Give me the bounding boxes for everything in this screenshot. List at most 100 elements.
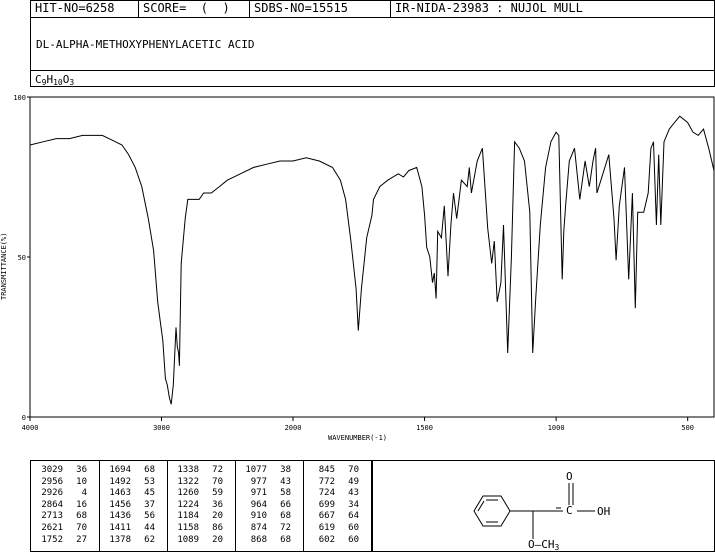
peak-wavenumber: 1322 [177,476,199,487]
peak-wavenumber: 845 [318,465,335,475]
peak-transmittance: 64 [348,511,359,522]
peak-transmittance: 68 [280,534,291,545]
plot-frame [29,96,715,418]
x-tick-label: 1500 [416,424,433,432]
x-tick-label: 4000 [22,424,39,432]
peak-row: 1322 70 [173,477,223,489]
peak-transmittance: 44 [144,522,155,533]
peak-transmittance: 66 [280,499,291,510]
peak-wavenumber: 619 [318,522,335,533]
peak-row: 772 49 [309,477,359,489]
peak-row: 964 66 [241,500,291,512]
peak-row: 1158 86 [173,523,223,535]
peak-wavenumber: 1378 [109,534,131,545]
peak-transmittance: 59 [212,488,223,499]
peak-wavenumber: 1158 [177,522,199,533]
peak-wavenumber: 874 [250,522,267,533]
peak-row: 1338 72 [173,465,223,477]
peak-transmittance: 36 [212,499,223,510]
peak-transmittance: 37 [144,499,155,510]
structure-box: C O OH O—CH3 [372,460,715,552]
peak-wavenumber: 602 [318,534,335,545]
peak-row: 1184 20 [173,511,223,523]
peak-transmittance: 16 [76,499,87,510]
peak-wavenumber: 1338 [177,465,199,475]
peak-row: 2621 70 [37,523,87,535]
peak-wavenumber: 1694 [109,465,131,475]
peak-transmittance: 4 [81,488,87,499]
peak-transmittance: 20 [212,534,223,545]
x-axis-label: WAVENUMBER(-1) [328,434,387,442]
peak-row: 2864 16 [37,500,87,512]
peak-row: 1089 20 [173,535,223,547]
y-tick-label: 50 [18,254,26,262]
peak-wavenumber: 1260 [177,488,199,499]
peak-wavenumber: 2926 [41,488,63,499]
column-divider [167,461,168,551]
peak-transmittance: 72 [280,522,291,533]
peak-row: 602 60 [309,535,359,547]
peak-wavenumber: 1436 [109,511,131,522]
peak-wavenumber: 3029 [41,465,63,475]
peak-wavenumber: 1752 [41,534,63,545]
peak-transmittance: 34 [348,499,359,510]
peak-row: 1378 62 [105,535,155,547]
peak-transmittance: 70 [212,476,223,487]
peak-row: 845 70 [309,465,359,477]
peak-transmittance: 36 [76,465,87,475]
peak-wavenumber: 1077 [245,465,267,475]
x-tick-label: 500 [681,424,694,432]
peak-wavenumber: 2621 [41,522,63,533]
methoxy-label: O—CH3 [528,538,560,551]
y-axis-label: TRANSMITTANCE(%) [0,233,8,300]
peak-transmittance: 60 [348,534,359,545]
peak-transmittance: 43 [348,488,359,499]
x-tick-label: 1000 [548,424,565,432]
peak-wavenumber: 1492 [109,476,131,487]
peak-transmittance: 68 [76,511,87,522]
peak-wavenumber: 1463 [109,488,131,499]
peak-row: 1463 45 [105,488,155,500]
peak-row: 2956 10 [37,477,87,489]
peak-wavenumber: 1089 [177,534,199,545]
carbonyl-oxygen-label: O [566,470,573,483]
peak-transmittance: 70 [348,465,359,475]
peak-wavenumber: 699 [318,499,335,510]
peak-row: 667 64 [309,511,359,523]
peak-column: 1338 72 1322 70 1260 59 1224 36 1184 20 1158 86 1089… [173,465,223,546]
peak-wavenumber: 910 [250,511,267,522]
peak-row: 977 43 [241,477,291,489]
peak-transmittance: 58 [280,488,291,499]
peak-row: 1436 56 [105,511,155,523]
chemical-structure: C O OH O—CH3 [473,470,610,551]
peak-row: 1260 59 [173,488,223,500]
peak-transmittance: 27 [76,534,87,545]
peak-wavenumber: 2956 [41,476,63,487]
peak-wavenumber: 1184 [177,511,199,522]
peak-wavenumber: 667 [318,511,335,522]
peak-transmittance: 62 [144,534,155,545]
peak-row: 874 72 [241,523,291,535]
peak-transmittance: 72 [212,465,223,475]
peak-transmittance: 49 [348,476,359,487]
peak-row: 3029 36 [37,465,87,477]
peak-wavenumber: 724 [318,488,335,499]
peak-row: 699 34 [309,500,359,512]
peak-wavenumber: 964 [250,499,267,510]
column-divider [99,461,100,551]
peak-transmittance: 86 [212,522,223,533]
peak-row: 2713 68 [37,511,87,523]
peak-transmittance: 53 [144,476,155,487]
peak-row: 1752 27 [37,535,87,547]
peak-transmittance: 45 [144,488,155,499]
peak-row: 1694 68 [105,465,155,477]
carbon-label: C [566,504,573,517]
peak-transmittance: 70 [76,522,87,533]
peak-column: 1694 68 1492 53 1463 45 1456 37 1436 56 1411 44 1378… [105,465,155,546]
peak-wavenumber: 971 [250,488,267,499]
peak-row: 1456 37 [105,500,155,512]
ir-spectrum-chart: 0 50 100 4000 3000 2000 1500 1000 500 TRANSMITT… [0,94,715,442]
peak-transmittance: 68 [144,465,155,475]
peak-row: 1492 53 [105,477,155,489]
peak-row: 868 68 [241,535,291,547]
